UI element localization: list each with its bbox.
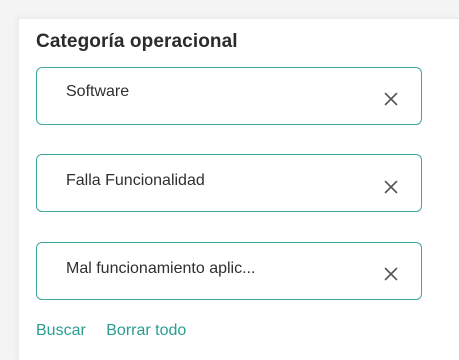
- category-field-3[interactable]: Mal funcionamiento aplic...: [36, 242, 422, 300]
- category-field-2[interactable]: Falla Funcionalidad: [36, 154, 422, 212]
- category-field-value: Mal funcionamiento aplic...: [66, 259, 256, 277]
- operational-category-filter-panel: Categoría operacional Software Falla Fun…: [18, 18, 459, 360]
- search-button[interactable]: Buscar: [36, 322, 86, 340]
- category-field-value: Falla Funcionalidad: [66, 171, 205, 189]
- category-field-1[interactable]: Software: [36, 67, 422, 125]
- filter-actions: Buscar Borrar todo: [36, 322, 186, 340]
- close-icon[interactable]: [381, 89, 401, 109]
- close-icon[interactable]: [381, 177, 401, 197]
- clear-all-button[interactable]: Borrar todo: [106, 322, 186, 340]
- category-field-value: Software: [66, 82, 130, 100]
- filter-title: Categoría operacional: [36, 31, 238, 52]
- close-icon[interactable]: [381, 264, 401, 284]
